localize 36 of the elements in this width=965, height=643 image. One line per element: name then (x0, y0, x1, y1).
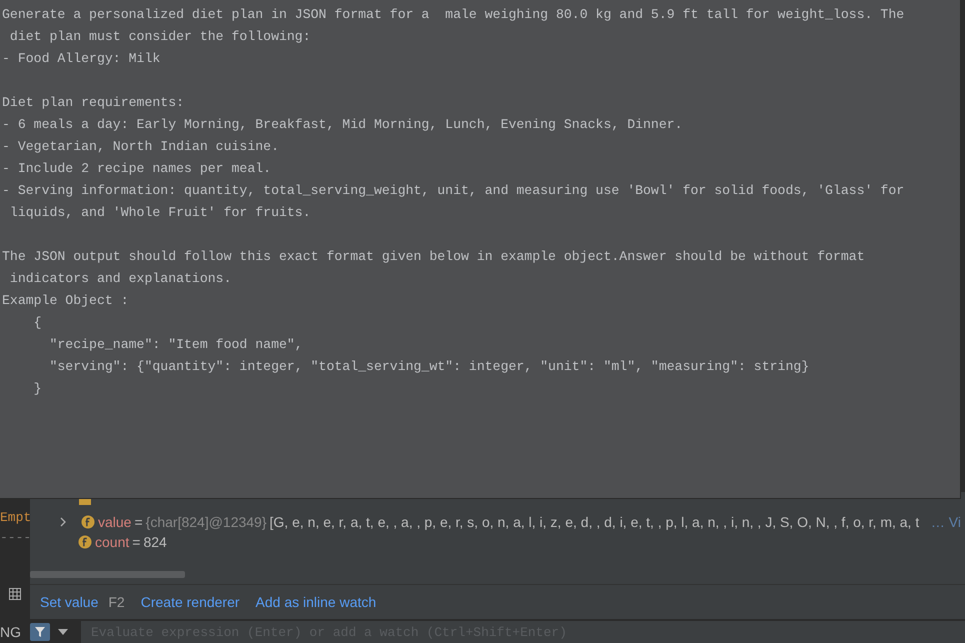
equals-sign: = (132, 534, 140, 550)
action-link[interactable]: Add as inline watch (256, 594, 376, 610)
scrollbar[interactable] (30, 571, 185, 578)
text-line: { (32, 314, 42, 332)
text-line: indicators and explanations. (8, 270, 232, 288)
text-line: - Vegetarian, North Indian cuisine. (2, 138, 279, 156)
text-line: "recipe_name": "Item food name", (48, 336, 303, 354)
action-link[interactable]: Create renderer (140, 594, 240, 610)
variable-name: count (95, 534, 130, 550)
text-line: - Include 2 recipe names per meal. (2, 160, 272, 178)
view-link[interactable]: … Vi (930, 514, 965, 530)
equals-sign: = (134, 514, 143, 530)
field-icon (78, 535, 92, 549)
text-line: liquids, and 'Whole Fruit' for fruits. (8, 204, 311, 222)
action-link[interactable]: Set value F2 (40, 594, 125, 610)
text-line: - 6 meals a day: Early Morning, Breakfast, Mid Morning, Lunch, Evening Snacks, Dinner. (2, 116, 683, 134)
text-line: Diet plan requirements: (2, 94, 184, 112)
variable-name: value (98, 514, 132, 530)
variable-value: [G, e, n, e, r, a, t, e, , a, , p, e, r, s, o, n, a, l, i, z, e, d, , d, i, e, t, , p, l, a, n, , i, n, , J, S, O, N, , f, o, r, m, a, t (270, 514, 920, 530)
text-line: - Serving information: quantity, total_serving_weight, unit, and measuring use 'Bowl' for solid foods, 'Glass' for (2, 182, 904, 200)
text-line: "serving": {"quantity": integer, "total_serving_wt": integer, "unit": "ml", "measuring": string} (48, 358, 810, 376)
table-icon[interactable] (9, 588, 21, 600)
variable-value: 824 (143, 534, 167, 550)
field-icon (81, 515, 95, 529)
code-text: Empt (0, 509, 30, 527)
tab-label[interactable]: NG (0, 624, 30, 640)
text-line: Example Object : (2, 292, 129, 310)
code-text: ---- (0, 529, 30, 547)
text-line: Generate a personalized diet plan in JSON format for a male weighing 80.0 kg and 5.9 ft tall for weight_loss. The (2, 6, 904, 24)
caret-icon[interactable] (58, 629, 68, 635)
filter-icon[interactable] (30, 623, 50, 641)
text-line: diet plan must consider the following: (8, 28, 311, 46)
variable-type: {char[824]@12349} (146, 514, 267, 530)
text-line: - Food Allergy: Milk (2, 50, 160, 68)
text-line: } (32, 380, 42, 398)
text-line: The JSON output should follow this exact format given below in example object.Answer should be without format (2, 248, 865, 266)
